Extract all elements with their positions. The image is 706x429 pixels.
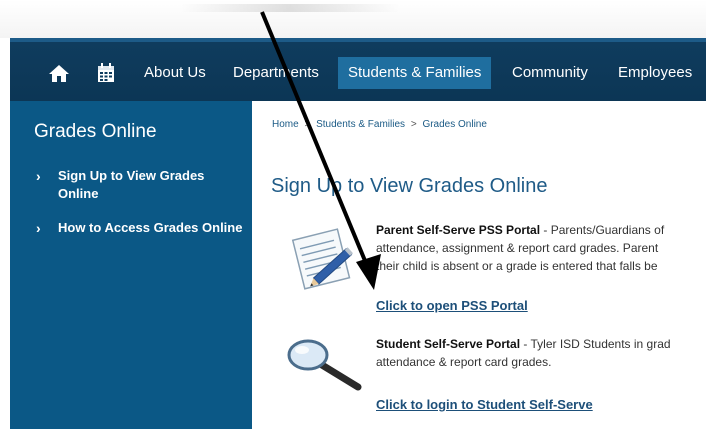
annotation-arrow bbox=[260, 11, 381, 290]
